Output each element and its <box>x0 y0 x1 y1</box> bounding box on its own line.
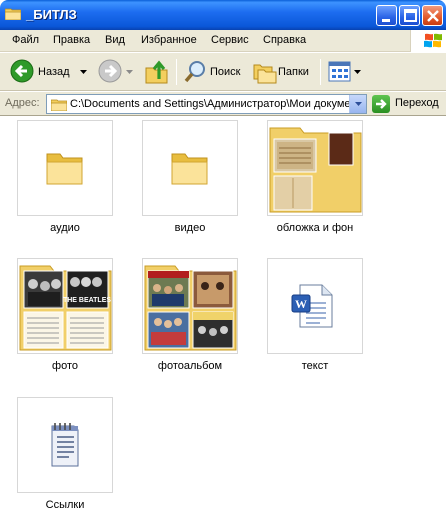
list-item-links[interactable]: Ссылки <box>4 397 124 518</box>
close-button[interactable] <box>422 5 443 26</box>
minimize-button[interactable] <box>376 5 397 26</box>
maximize-icon <box>404 9 417 22</box>
close-icon <box>427 10 439 22</box>
item-thumbnail <box>17 120 113 216</box>
address-bar: Адрес: C:\Documents and Settings\Админис… <box>0 92 446 116</box>
folders-button[interactable]: Папки <box>251 58 315 86</box>
list-item-photo[interactable]: THE BEATLES фото <box>4 258 124 382</box>
item-thumbnail: THE BEATLES <box>17 258 113 354</box>
list-item-cover-and-background[interactable]: обложка и фон <box>254 120 374 244</box>
folder-preview-icon <box>144 265 237 351</box>
folder-preview-icon <box>269 127 362 213</box>
title-bar[interactable]: _БИТЛЗ <box>0 0 446 30</box>
folder-preview-icon: THE BEATLES <box>19 265 112 351</box>
beatles-logo-text: THE BEATLES <box>63 297 111 304</box>
window-title: _БИТЛЗ <box>26 7 77 22</box>
windows-flag-icon <box>424 33 442 48</box>
menu-favorites[interactable]: Избранное <box>141 34 197 46</box>
item-thumbnail <box>267 120 363 216</box>
folders-icon <box>253 64 277 84</box>
forward-button[interactable] <box>96 58 134 86</box>
menu-edit[interactable]: Правка <box>53 34 90 46</box>
item-label: аудио <box>50 222 80 234</box>
up-folder-icon <box>145 60 168 84</box>
address-path[interactable]: C:\Documents and Settings\Администратор\… <box>70 98 350 110</box>
svg-text:W: W <box>295 297 307 311</box>
search-icon <box>184 61 205 83</box>
address-label: Адрес: <box>5 97 40 109</box>
item-thumbnail <box>142 120 238 216</box>
chevron-down-icon <box>354 70 361 74</box>
item-thumbnail: W <box>267 258 363 354</box>
toolbar-separator <box>320 59 321 85</box>
explorer-window: _БИТЛЗ Файл Правка Вид Избранное Сервис … <box>0 0 446 518</box>
views-icon <box>328 61 351 82</box>
folder-icon <box>5 8 21 20</box>
chevron-down-icon <box>126 70 133 74</box>
menu-view[interactable]: Вид <box>105 34 125 46</box>
back-button[interactable]: Назад <box>8 58 92 86</box>
list-item-video[interactable]: видео <box>129 120 249 244</box>
up-folder-button[interactable] <box>142 58 172 86</box>
notepad-icon <box>51 423 79 467</box>
address-field[interactable]: C:\Documents and Settings\Администратор\… <box>46 94 367 114</box>
go-label[interactable]: Переход <box>395 97 439 109</box>
menu-bar: Файл Правка Вид Избранное Сервис Справка <box>0 30 446 52</box>
go-button[interactable] <box>372 95 390 113</box>
item-thumbnail <box>142 258 238 354</box>
file-list: аудио видео обложка и фон THE BEATLES фо… <box>0 117 446 518</box>
list-item-text-document[interactable]: W текст <box>254 258 374 382</box>
windows-logo <box>410 30 446 52</box>
views-button[interactable] <box>326 58 362 86</box>
menu-tools[interactable]: Сервис <box>211 34 249 46</box>
go-arrow-icon <box>376 99 387 109</box>
folder-icon <box>171 153 208 185</box>
toolbar: Назад Поиск Папки <box>0 53 446 91</box>
item-label: текст <box>301 360 329 372</box>
chevron-down-icon <box>355 102 362 106</box>
address-dropdown-button[interactable] <box>349 95 366 113</box>
maximize-button[interactable] <box>399 5 420 26</box>
search-button[interactable]: Поиск <box>181 58 247 86</box>
forward-arrow-icon <box>98 59 122 83</box>
folders-label: Папки <box>278 66 309 78</box>
chevron-down-icon[interactable] <box>80 70 88 76</box>
menu-file[interactable]: Файл <box>12 34 39 46</box>
back-arrow-icon <box>10 59 34 83</box>
item-label: видео <box>174 222 206 234</box>
item-thumbnail <box>17 397 113 493</box>
menu-help[interactable]: Справка <box>263 34 306 46</box>
minimize-icon <box>382 19 390 22</box>
word-document-icon: W <box>291 284 333 328</box>
item-label: фотоальбом <box>157 360 223 372</box>
item-label: обложка и фон <box>276 222 354 234</box>
folder-icon <box>46 153 83 185</box>
item-label: Ссылки <box>45 499 85 511</box>
list-item-audio[interactable]: аудио <box>4 120 124 244</box>
search-label: Поиск <box>210 66 241 78</box>
toolbar-separator <box>176 59 177 85</box>
list-item-photo-album[interactable]: фотоальбом <box>129 258 249 382</box>
back-label: Назад <box>38 66 70 78</box>
item-label: фото <box>52 360 78 372</box>
folder-icon <box>51 99 67 111</box>
